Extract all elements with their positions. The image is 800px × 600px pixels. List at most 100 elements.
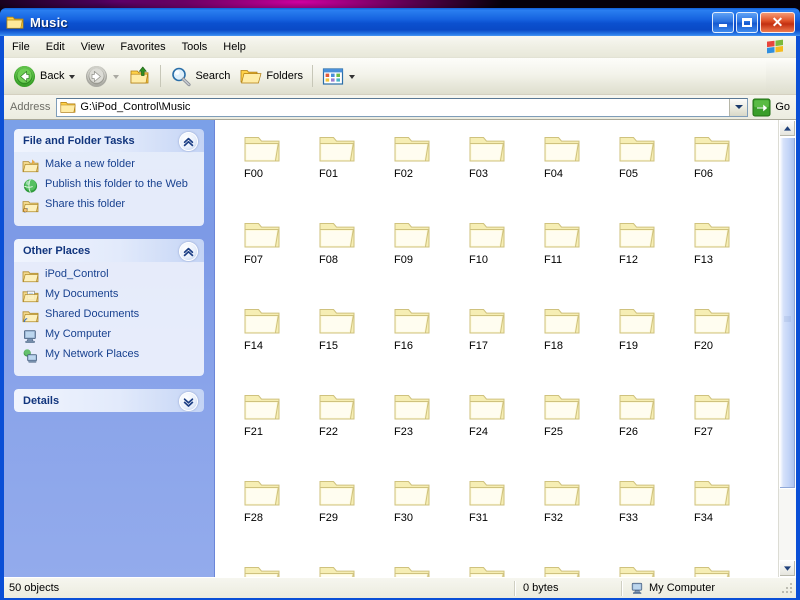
folder-item[interactable]: F08	[312, 218, 387, 293]
maximize-icon	[742, 17, 752, 27]
folder-item-label: F20	[694, 340, 713, 352]
close-button[interactable]: ✕	[760, 11, 795, 33]
folder-item[interactable]: F40	[612, 562, 687, 577]
place-my-computer[interactable]: My Computer	[22, 328, 196, 344]
folder-item[interactable]: F02	[387, 132, 462, 207]
chevron-down-icon[interactable]	[179, 392, 198, 411]
folder-item[interactable]: F05	[612, 132, 687, 207]
address-input[interactable]: G:\iPod_Control\Music	[56, 97, 749, 117]
folder-item[interactable]: F12	[612, 218, 687, 293]
folder-item[interactable]: F37	[387, 562, 462, 577]
minimize-button[interactable]	[712, 11, 734, 33]
folder-item[interactable]: F25	[537, 390, 612, 465]
chevron-up-icon[interactable]	[179, 242, 198, 261]
folder-icon	[469, 309, 505, 334]
back-dropdown-icon[interactable]	[69, 75, 76, 79]
caption-button-group: ✕	[712, 11, 800, 33]
place-my-network-places[interactable]: My Network Places	[22, 348, 196, 364]
forward-button[interactable]	[80, 61, 124, 91]
menu-item-edit[interactable]: Edit	[38, 39, 73, 55]
resize-grip-icon[interactable]	[780, 581, 794, 595]
folder-icon	[394, 223, 430, 248]
address-dropdown-button[interactable]	[729, 98, 748, 116]
menu-item-file[interactable]: File	[4, 39, 38, 55]
folder-icon	[319, 137, 355, 162]
panel-header-other-places[interactable]: Other Places	[14, 239, 204, 262]
folder-item-label: F06	[694, 168, 713, 180]
folder-item[interactable]: F34	[687, 476, 762, 551]
folder-item[interactable]: F07	[237, 218, 312, 293]
folder-item[interactable]: F09	[387, 218, 462, 293]
folder-item[interactable]: F38	[462, 562, 537, 577]
file-list-area[interactable]: F00 F01 F02 F03 F04 F05 F06 F07 F08 F09 F10 F11 F12 F…	[214, 120, 796, 577]
forward-dropdown-icon[interactable]	[113, 75, 120, 79]
folder-item[interactable]: F29	[312, 476, 387, 551]
toolbar-filler	[766, 58, 796, 94]
folder-item[interactable]: F31	[462, 476, 537, 551]
folder-item[interactable]: F32	[537, 476, 612, 551]
folder-item[interactable]: F21	[237, 390, 312, 465]
back-button[interactable]: Back	[8, 61, 80, 91]
up-button[interactable]	[124, 61, 156, 91]
folder-item[interactable]: F00	[237, 132, 312, 207]
folder-item[interactable]: F01	[312, 132, 387, 207]
chevron-up-icon[interactable]	[179, 132, 198, 151]
folder-item[interactable]: F10	[462, 218, 537, 293]
folder-item[interactable]: F33	[612, 476, 687, 551]
folder-item[interactable]: F26	[612, 390, 687, 465]
folder-item[interactable]: F27	[687, 390, 762, 465]
network-places-icon	[23, 349, 37, 363]
folder-item-label: F11	[544, 254, 563, 266]
folder-item[interactable]: F22	[312, 390, 387, 465]
folders-button[interactable]: Folders	[235, 61, 308, 91]
folder-item[interactable]: F14	[237, 304, 312, 379]
maximize-button[interactable]	[736, 11, 758, 33]
task-publish-to-web[interactable]: Publish this folder to the Web	[22, 178, 196, 194]
folder-item[interactable]: F28	[237, 476, 312, 551]
scroll-down-button[interactable]	[779, 560, 796, 577]
task-make-new-folder[interactable]: Make a new folder	[22, 158, 196, 174]
place-my-documents[interactable]: My Documents	[22, 288, 196, 304]
panel-header-details[interactable]: Details	[14, 389, 204, 412]
folder-item[interactable]: F39	[537, 562, 612, 577]
folder-item[interactable]: F11	[537, 218, 612, 293]
folder-item[interactable]: F20	[687, 304, 762, 379]
place-ipod-control[interactable]: iPod_Control	[22, 268, 196, 284]
search-button[interactable]: Search	[165, 61, 235, 91]
folder-icon	[319, 481, 355, 506]
go-button[interactable]: Go	[748, 98, 796, 117]
scrollbar-thumb[interactable]	[779, 137, 796, 489]
views-button[interactable]	[317, 61, 360, 91]
folder-item[interactable]: F18	[537, 304, 612, 379]
views-dropdown-icon[interactable]	[349, 75, 356, 79]
title-bar[interactable]: Music ✕	[0, 8, 800, 36]
folder-item[interactable]: F30	[387, 476, 462, 551]
folder-item[interactable]: F13	[687, 218, 762, 293]
folder-item[interactable]: F24	[462, 390, 537, 465]
panel-header-file-tasks[interactable]: File and Folder Tasks	[14, 129, 204, 152]
vertical-scrollbar[interactable]	[778, 120, 796, 577]
menu-item-view[interactable]: View	[73, 39, 113, 55]
folder-item[interactable]: F06	[687, 132, 762, 207]
folder-item[interactable]: F23	[387, 390, 462, 465]
folder-item[interactable]: F03	[462, 132, 537, 207]
folder-item[interactable]: F41	[687, 562, 762, 577]
place-label: My Documents	[45, 288, 119, 300]
folder-icon	[244, 223, 280, 248]
task-label: Publish this folder to the Web	[45, 178, 188, 190]
place-shared-documents[interactable]: Shared Documents	[22, 308, 196, 324]
folder-item[interactable]: F15	[312, 304, 387, 379]
folder-item[interactable]: F19	[612, 304, 687, 379]
menu-item-help[interactable]: Help	[215, 39, 254, 55]
scrollbar-track[interactable]	[779, 137, 796, 560]
task-share-this-folder[interactable]: Share this folder	[22, 198, 196, 214]
scroll-up-button[interactable]	[779, 120, 796, 137]
folder-item[interactable]: F36	[312, 562, 387, 577]
folder-item[interactable]: F16	[387, 304, 462, 379]
folder-item[interactable]: F17	[462, 304, 537, 379]
status-object-count: 50 objects	[9, 582, 60, 594]
folder-item[interactable]: F04	[537, 132, 612, 207]
folder-item[interactable]: F35	[237, 562, 312, 577]
menu-item-tools[interactable]: Tools	[174, 39, 216, 55]
menu-item-favorites[interactable]: Favorites	[112, 39, 173, 55]
